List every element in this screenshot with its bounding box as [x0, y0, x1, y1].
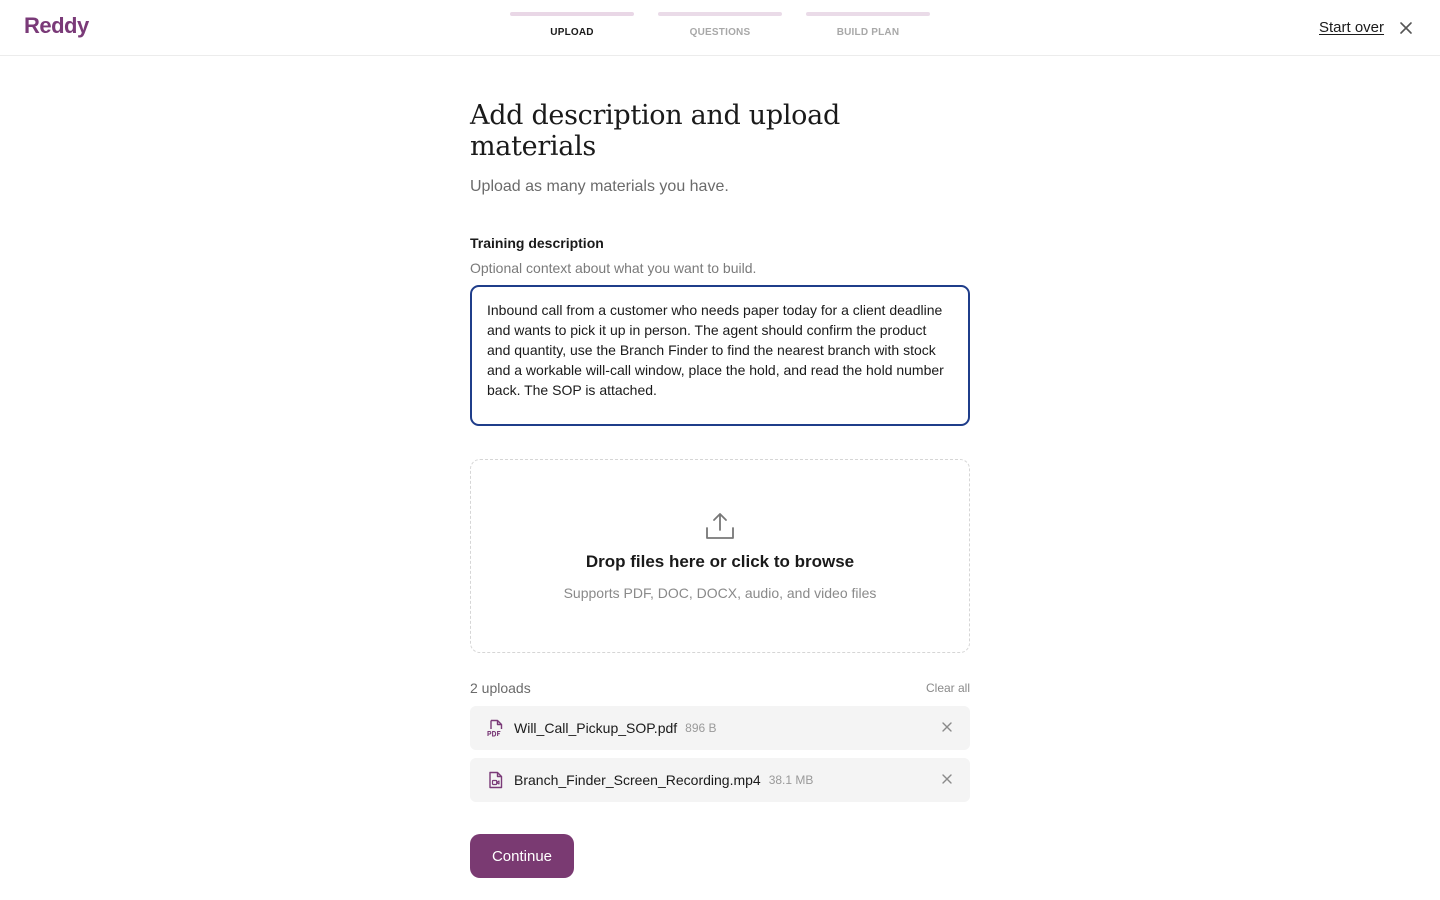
- file-size: 896 B: [685, 721, 717, 735]
- pdf-file-icon: [487, 719, 503, 737]
- file-size: 38.1 MB: [768, 773, 814, 787]
- dropzone-subtitle: Supports PDF, DOC, DOCX, audio, and vide…: [563, 585, 877, 601]
- video-file-icon: [489, 771, 503, 789]
- step-build-plan-bar: [806, 12, 930, 16]
- file-name: Will_Call_Pickup_SOP.pdf: [514, 720, 678, 736]
- upload-item: Will_Call_Pickup_SOP.pdf 896 B: [470, 706, 970, 750]
- description-help: Optional context about what you want to …: [470, 260, 757, 276]
- top-bar: Reddy UPLOAD QUESTIONS BUILD PLAN Start …: [0, 0, 1440, 56]
- logo[interactable]: Reddy: [24, 13, 89, 39]
- dropzone-title: Drop files here or click to browse: [585, 552, 855, 571]
- clear-all-button[interactable]: Clear all: [926, 681, 970, 695]
- step-questions-label: QUESTIONS: [689, 27, 751, 38]
- continue-button[interactable]: Continue: [470, 834, 574, 878]
- progress-steps: UPLOAD QUESTIONS BUILD PLAN: [510, 12, 930, 38]
- step-upload: UPLOAD: [510, 12, 634, 38]
- start-over-link[interactable]: Start over: [1319, 19, 1384, 36]
- step-questions-bar: [658, 12, 782, 16]
- page-title: Add description and upload materials: [470, 100, 840, 162]
- step-build-plan-label: BUILD PLAN: [836, 27, 900, 38]
- upload-form: Add description and upload materials Upl…: [470, 100, 970, 878]
- remove-file-icon[interactable]: [940, 772, 954, 786]
- upload-item: Branch_Finder_Screen_Recording.mp4 38.1 …: [470, 758, 970, 802]
- step-upload-bar: [510, 12, 634, 16]
- close-icon[interactable]: [1397, 19, 1415, 37]
- uploads-count: 2 uploads: [470, 680, 531, 696]
- remove-file-icon[interactable]: [940, 720, 954, 734]
- file-name: Branch_Finder_Screen_Recording.mp4: [514, 772, 761, 788]
- page-subtitle: Upload as many materials you have.: [470, 178, 729, 195]
- uploads-header: 2 uploads Clear all: [470, 680, 970, 696]
- step-upload-label: UPLOAD: [550, 27, 594, 38]
- step-questions: QUESTIONS: [658, 12, 782, 38]
- training-description-input[interactable]: [470, 285, 970, 426]
- step-build-plan: BUILD PLAN: [806, 12, 930, 38]
- description-label: Training description: [470, 235, 604, 251]
- file-dropzone[interactable]: Drop files here or click to browse Suppo…: [470, 459, 970, 653]
- upload-icon: [706, 513, 734, 539]
